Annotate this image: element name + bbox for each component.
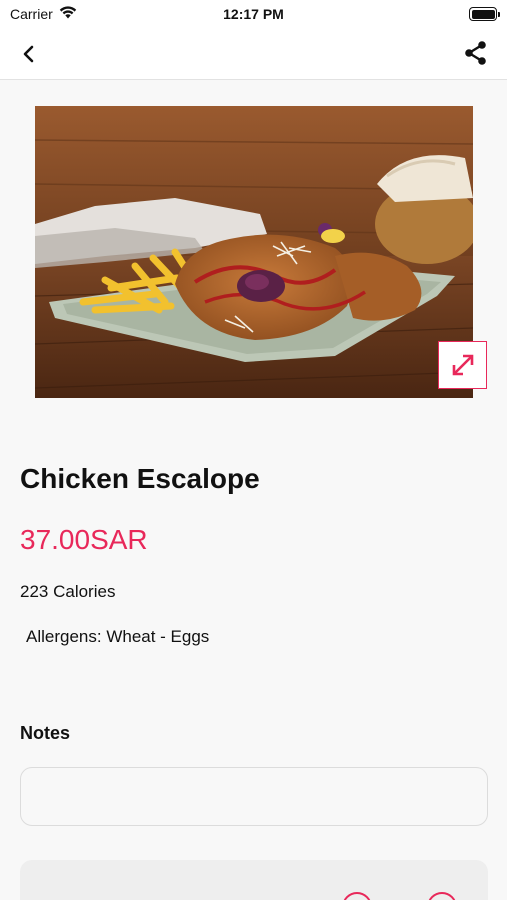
increase-quantity-button[interactable] bbox=[427, 892, 457, 900]
notes-input[interactable] bbox=[20, 767, 488, 826]
status-bar: Carrier 12:17 PM bbox=[0, 0, 507, 28]
chevron-left-icon bbox=[23, 45, 34, 63]
expand-image-button[interactable] bbox=[438, 341, 487, 389]
product-title: Chicken Escalope bbox=[20, 463, 260, 494]
battery-icon bbox=[469, 7, 500, 21]
expand-icon bbox=[452, 354, 473, 376]
product-image bbox=[35, 106, 473, 398]
notes-label: Notes bbox=[20, 723, 71, 743]
product-allergens: Allergens: Wheat - Eggs bbox=[26, 627, 210, 646]
product-calories: 223 Calories bbox=[20, 582, 116, 601]
quantity-panel bbox=[20, 860, 488, 900]
decrease-quantity-button[interactable] bbox=[342, 892, 372, 900]
navigation-bar bbox=[0, 28, 507, 80]
status-time: 12:17 PM bbox=[223, 6, 284, 22]
back-button[interactable] bbox=[14, 40, 44, 68]
share-icon bbox=[465, 41, 486, 65]
share-button[interactable] bbox=[461, 38, 491, 68]
product-price: 37.00SAR bbox=[20, 524, 148, 555]
